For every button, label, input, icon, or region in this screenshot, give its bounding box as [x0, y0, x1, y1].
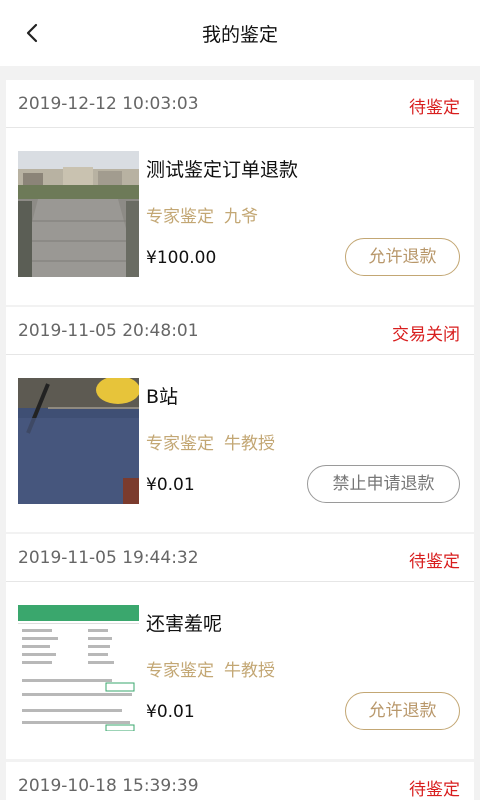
order-date: 2019-11-05 19:44:32	[18, 548, 199, 568]
order-header: 2019-12-12 10:03:03 待鉴定	[6, 80, 474, 128]
order-date: 2019-11-05 20:48:01	[18, 321, 199, 341]
refund-disabled-button[interactable]: 禁止申请退款	[307, 465, 460, 503]
expert-name: 牛教授	[224, 434, 275, 454]
allow-refund-button[interactable]: 允许退款	[345, 692, 460, 730]
order-status: 待鉴定	[409, 98, 460, 118]
order-body: 还害羞呢 专家鉴定 牛教授 ¥0.01 允许退款	[6, 582, 474, 759]
page-title: 我的鉴定	[201, 24, 278, 46]
order-thumbnail[interactable]	[18, 605, 139, 731]
expert-info: 专家鉴定 牛教授	[146, 656, 285, 681]
order-price: ¥100.00	[146, 248, 217, 268]
order-title: B站	[146, 386, 179, 408]
order-thumbnail[interactable]	[18, 378, 139, 504]
appraisal-type: 专家鉴定	[146, 207, 214, 227]
appraisal-type: 专家鉴定	[146, 661, 214, 681]
order-title: 还害羞呢	[146, 613, 223, 635]
expert-name: 牛教授	[224, 661, 275, 681]
order-thumbnail[interactable]	[18, 151, 139, 277]
order-title: 测试鉴定订单退款	[146, 159, 299, 181]
order-header: 2019-11-05 19:44:32 待鉴定	[6, 534, 474, 582]
order-card[interactable]: 2019-12-12 10:03:03 待鉴定 测试鉴定订单退款 专家鉴定 九爷…	[6, 80, 474, 305]
order-body: 测试鉴定订单退款 专家鉴定 九爷 ¥100.00 允许退款	[6, 128, 474, 305]
order-status: 交易关闭	[392, 325, 460, 345]
order-header: 2019-10-18 15:39:39 待鉴定	[6, 762, 474, 800]
order-price: ¥0.01	[146, 475, 195, 495]
order-date: 2019-10-18 15:39:39	[18, 776, 199, 796]
order-header: 2019-11-05 20:48:01 交易关闭	[6, 307, 474, 355]
order-date: 2019-12-12 10:03:03	[18, 94, 199, 114]
allow-refund-button[interactable]: 允许退款	[345, 238, 460, 276]
order-status: 待鉴定	[409, 552, 460, 572]
appraisal-type: 专家鉴定	[146, 434, 214, 454]
order-card[interactable]: 2019-10-18 15:39:39 待鉴定	[6, 762, 474, 800]
top-nav-bar: 我的鉴定	[0, 0, 480, 66]
order-price: ¥0.01	[146, 702, 195, 722]
expert-info: 专家鉴定 九爷	[146, 202, 268, 227]
order-status: 待鉴定	[409, 780, 460, 800]
order-card[interactable]: 2019-11-05 19:44:32 待鉴定 还害羞呢 专家鉴定 牛教授 ¥0…	[6, 534, 474, 759]
expert-name: 九爷	[224, 207, 258, 227]
expert-info: 专家鉴定 牛教授	[146, 429, 285, 454]
order-card[interactable]: 2019-11-05 20:48:01 交易关闭 B站 专家鉴定 牛教授 ¥0.0…	[6, 307, 474, 532]
order-body: B站 专家鉴定 牛教授 ¥0.01 禁止申请退款	[6, 355, 474, 532]
